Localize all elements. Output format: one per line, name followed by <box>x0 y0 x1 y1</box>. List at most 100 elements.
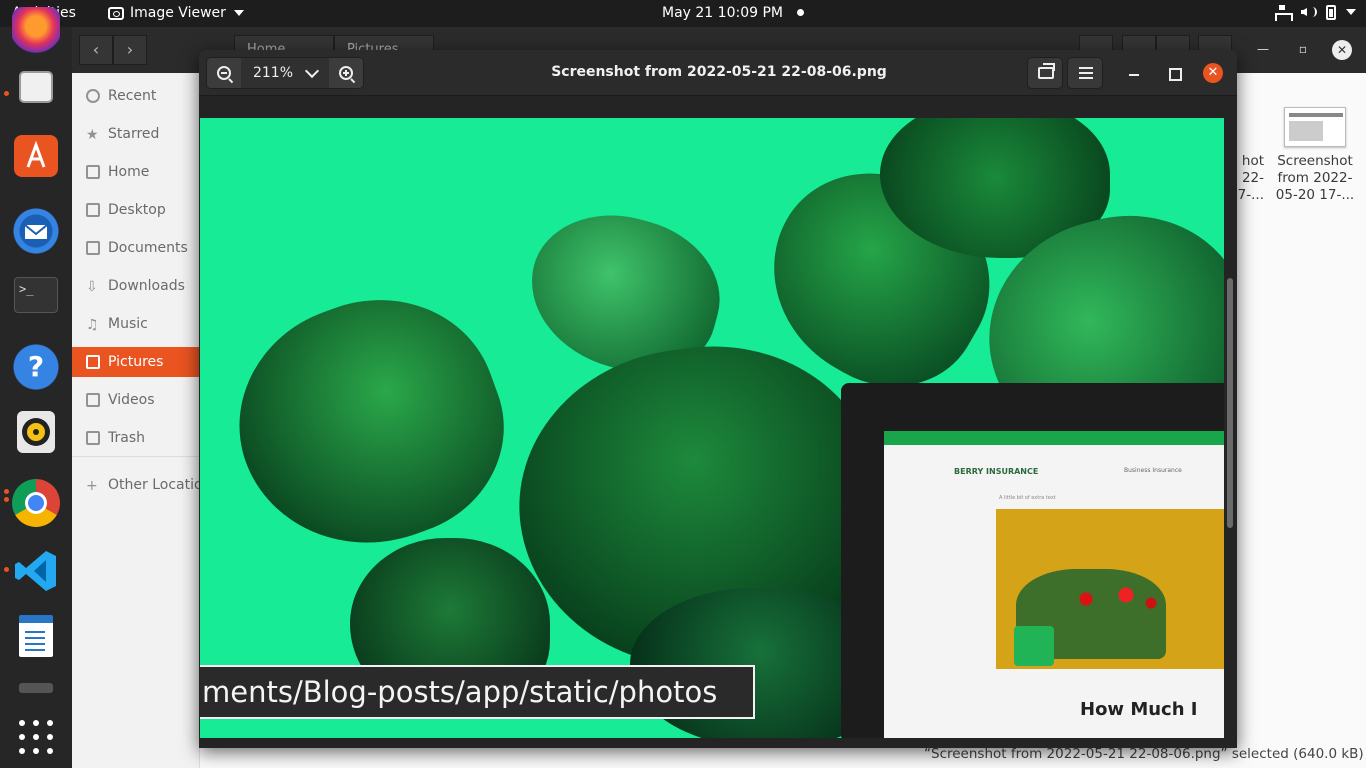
running-indicator <box>4 489 9 494</box>
sidebar-item-label: Starred <box>108 126 160 142</box>
site-sub-text: A little bit of extra text <box>999 495 1056 501</box>
clock-icon <box>86 89 100 103</box>
site-logo-text: BERRY INSURANCE <box>954 467 1039 476</box>
rhythmbox-icon[interactable] <box>17 411 55 453</box>
file-name-line: from 2022- <box>1277 170 1353 186</box>
downloads-icon: ⇩ <box>86 279 98 295</box>
minimize-button[interactable]: — <box>1252 42 1274 60</box>
sidebar-item-label: Documents <box>108 240 188 256</box>
sidebar-item-starred[interactable]: ★ Starred <box>72 119 200 149</box>
libreoffice-writer-icon[interactable] <box>19 615 53 657</box>
close-button[interactable]: ✕ <box>1332 40 1352 60</box>
minimize-button[interactable] <box>1124 64 1144 82</box>
system-tray[interactable] <box>1274 4 1356 21</box>
vscode-icon[interactable] <box>12 547 60 595</box>
hamburger-menu-icon <box>1079 67 1093 79</box>
file-thumbnail <box>1284 107 1346 147</box>
files-icon[interactable] <box>19 71 53 103</box>
volume-icon <box>1300 4 1317 20</box>
documents-icon <box>86 241 100 255</box>
site-nav-text: Business Insurance <box>1124 467 1182 474</box>
image-canvas[interactable]: BERRY INSURANCE Business Insurance A lit… <box>199 96 1237 738</box>
battery-icon <box>1326 4 1336 20</box>
image-viewer-icon <box>108 6 124 20</box>
chrome-icon[interactable] <box>12 479 60 527</box>
trash-icon[interactable] <box>19 683 53 693</box>
chevron-down-icon <box>304 63 320 78</box>
help-icon[interactable]: ? <box>12 343 60 391</box>
sidebar-item-trash[interactable]: Trash <box>72 423 200 453</box>
clock[interactable]: May 21 10:09 PM <box>662 5 804 21</box>
app-center-icon[interactable] <box>14 135 58 177</box>
thunderbird-icon[interactable] <box>12 207 60 255</box>
close-button[interactable]: ✕ <box>1203 63 1223 83</box>
sidebar-item-downloads[interactable]: ⇩ Downloads <box>72 271 200 301</box>
zoom-out-icon <box>217 66 231 80</box>
site-nav-bar <box>884 431 1224 445</box>
sidebar-item-label: Music <box>108 316 148 332</box>
sidebar-item-videos[interactable]: Videos <box>72 385 200 415</box>
caret-down-icon <box>233 10 244 16</box>
sidebar-item-label: Home <box>108 164 150 180</box>
site-badge-icon <box>1014 626 1054 666</box>
app-menu[interactable]: Image Viewer <box>108 5 244 21</box>
back-button[interactable]: ‹ <box>79 35 113 65</box>
notification-dot-icon <box>796 9 804 16</box>
laptop-in-image: BERRY INSURANCE Business Insurance A lit… <box>841 383 1224 738</box>
zoom-in-icon <box>339 66 353 80</box>
star-icon: ★ <box>86 127 99 143</box>
sidebar-item-label: Other Locations <box>108 477 200 493</box>
sidebar-item-music[interactable]: ♫ Music <box>72 309 200 339</box>
site-heading-text: How Much I <box>1080 699 1198 720</box>
show-apps-icon[interactable] <box>12 713 60 761</box>
dock: >_ ? <box>0 7 72 768</box>
menu-button[interactable] <box>1067 57 1103 89</box>
file-item[interactable]: Screenshot from 2022- 05-20 17-... <box>1275 107 1355 204</box>
path-text-overlay: ments/Blog-posts/app/static/photos <box>200 665 755 719</box>
trash-icon <box>86 431 100 445</box>
chrome-core <box>28 495 44 511</box>
sidebar-item-desktop[interactable]: Desktop <box>72 195 200 225</box>
zoom-controls: 211% <box>206 57 364 89</box>
vertical-scrollbar[interactable] <box>1227 278 1233 528</box>
viewer-header-bar: 211% Screenshot from 2022-05-21 22-08-06… <box>199 50 1237 96</box>
zoom-out-button[interactable] <box>207 58 241 88</box>
leaf-shape <box>206 265 534 581</box>
places-sidebar: Recent ★ Starred Home Desktop Documents ⇩… <box>72 73 200 768</box>
selection-status: “Screenshot from 2022-05-21 22-08-06.png… <box>924 746 1364 762</box>
sidebar-separator <box>72 456 200 457</box>
hero-flowers <box>1066 579 1166 619</box>
zoom-level-value: 211% <box>252 65 294 81</box>
sidebar-item-label: Pictures <box>108 354 164 370</box>
displayed-image[interactable]: BERRY INSURANCE Business Insurance A lit… <box>200 118 1224 738</box>
image-viewer-window: 211% Screenshot from 2022-05-21 22-08-06… <box>199 50 1237 748</box>
file-name-line: 05-20 17-... <box>1275 187 1355 203</box>
zoom-in-button[interactable] <box>329 58 363 88</box>
network-icon <box>1274 4 1293 21</box>
sidebar-item-pictures[interactable]: Pictures <box>72 347 200 377</box>
forward-button[interactable]: › <box>113 35 147 65</box>
zoom-level-dropdown[interactable]: 211% <box>241 58 329 88</box>
maximize-button[interactable] <box>1164 64 1184 82</box>
music-icon: ♫ <box>86 317 99 333</box>
fullscreen-button[interactable] <box>1027 57 1063 89</box>
sidebar-item-documents[interactable]: Documents <box>72 233 200 263</box>
firefox-icon[interactable] <box>12 7 60 55</box>
sidebar-item-label: Desktop <box>108 202 166 218</box>
sidebar-item-label: Trash <box>108 430 145 446</box>
plus-icon: + <box>86 478 98 494</box>
caret-down-icon <box>1346 9 1356 15</box>
maximize-button[interactable]: ▫ <box>1292 42 1314 60</box>
terminal-icon[interactable]: >_ <box>14 277 58 313</box>
running-indicator <box>4 567 9 572</box>
home-icon <box>86 165 100 179</box>
window-title: Screenshot from 2022-05-21 22-08-06.png <box>551 64 887 80</box>
sidebar-item-label: Downloads <box>108 278 185 294</box>
sidebar-item-recent[interactable]: Recent <box>72 81 200 111</box>
sidebar-item-other-locations[interactable]: + Other Locations <box>72 470 200 500</box>
document-lines <box>25 631 45 633</box>
sidebar-item-home[interactable]: Home <box>72 157 200 187</box>
running-indicator <box>4 497 9 502</box>
laptop-screen: BERRY INSURANCE Business Insurance A lit… <box>884 431 1224 738</box>
desktop-icon <box>86 203 100 217</box>
